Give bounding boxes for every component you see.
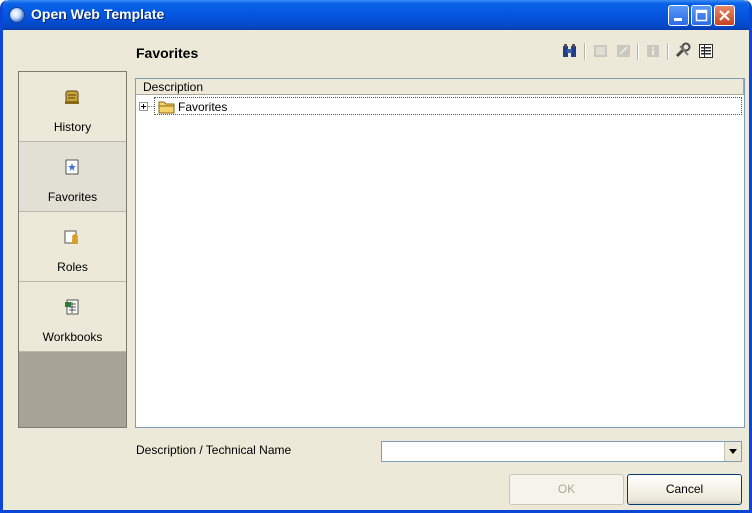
description-input[interactable] [384, 443, 721, 460]
sidebar-item-workbooks[interactable]: Workbooks [19, 282, 126, 352]
sidebar-item-label: Favorites [47, 190, 98, 204]
close-icon [719, 10, 730, 21]
minimize-button[interactable] [668, 5, 689, 26]
open-web-template-dialog: Open Web Template Favorites History Favo… [0, 0, 752, 513]
tools-icon[interactable] [674, 42, 692, 60]
close-button[interactable] [714, 5, 735, 26]
new-folder-icon[interactable] [592, 42, 610, 60]
tree-node-favorites[interactable] [154, 97, 742, 115]
sidebar-item-favorites[interactable]: Favorites [19, 142, 126, 212]
ok-button[interactable]: OK [509, 474, 624, 505]
cancel-button[interactable]: Cancel [627, 474, 742, 505]
info-icon[interactable] [644, 42, 662, 60]
search-label: Description / Technical Name [136, 443, 292, 457]
column-header-description[interactable]: Description [136, 79, 744, 95]
description-combobox[interactable] [381, 441, 742, 462]
sidebar: History Favorites Roles Workbooks [18, 71, 127, 428]
sidebar-item-label: History [53, 120, 92, 134]
panel-title: Favorites [136, 45, 199, 61]
minimize-icon [674, 18, 682, 21]
window-title: Open Web Template [31, 6, 165, 22]
sidebar-item-label: Roles [57, 260, 88, 274]
maximize-button[interactable] [691, 5, 712, 26]
sidebar-item-label: Workbooks [42, 330, 103, 344]
role-icon [64, 230, 78, 244]
details-view-icon[interactable] [697, 42, 715, 60]
maximize-icon [695, 9, 708, 22]
app-icon [9, 7, 25, 23]
workbook-icon [65, 299, 79, 315]
expand-toggle[interactable] [139, 102, 148, 111]
binoculars-icon[interactable] [561, 42, 579, 60]
template-tree[interactable]: Description Favorites [135, 78, 745, 428]
sidebar-item-roles[interactable]: Roles [19, 212, 126, 282]
folder-icon [158, 101, 175, 114]
tree-node-label: Favorites [178, 100, 228, 114]
scroll-icon [65, 90, 79, 104]
panel-header: Favorites [3, 30, 749, 70]
title-bar[interactable]: Open Web Template [3, 0, 749, 30]
edit-icon[interactable] [615, 42, 633, 60]
star-document-icon [65, 159, 79, 175]
chevron-down-icon[interactable] [724, 442, 741, 461]
sidebar-item-history[interactable]: History [19, 72, 126, 142]
